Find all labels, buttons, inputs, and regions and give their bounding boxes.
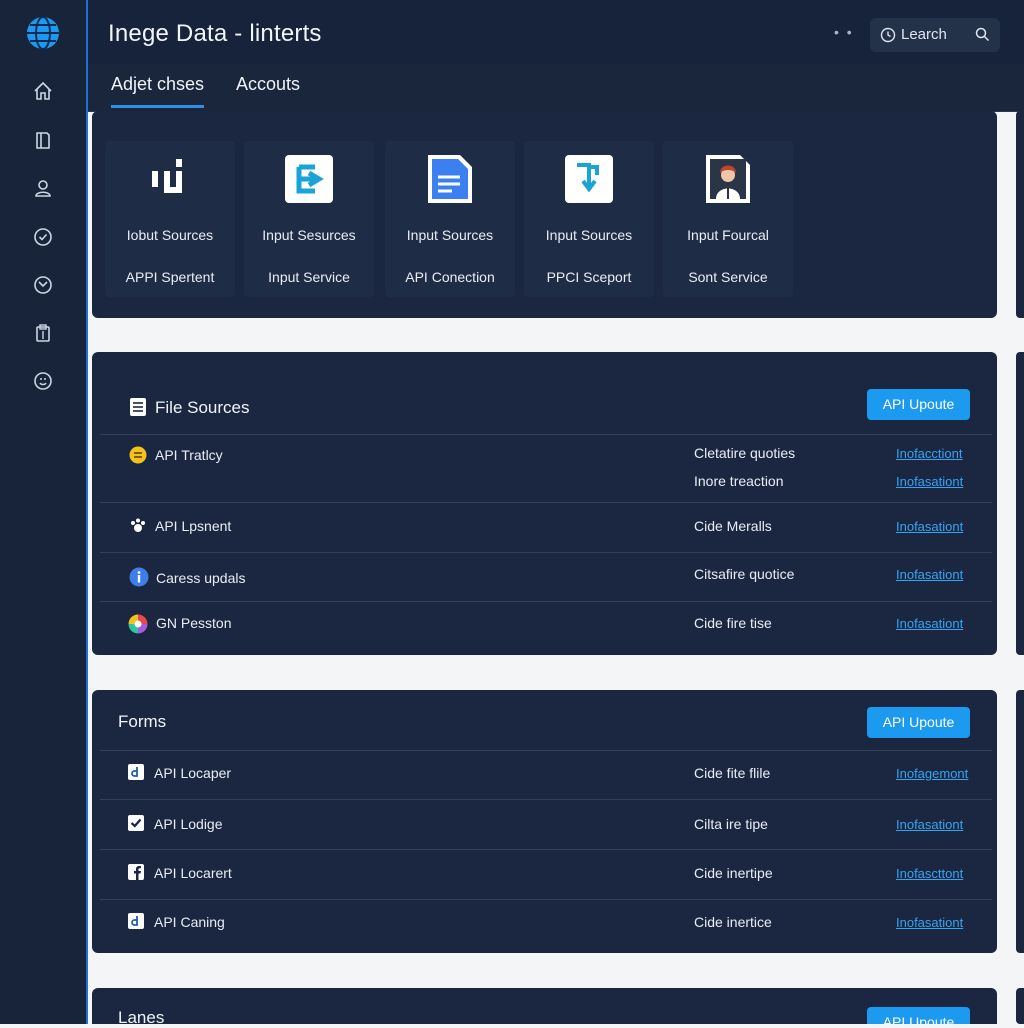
- source-card[interactable]: Input Sources API Conection: [385, 141, 515, 297]
- user-icon[interactable]: [32, 177, 54, 199]
- source-card-title: Input Sources: [406, 227, 494, 243]
- divider: [100, 750, 992, 751]
- row-desc: Citsafire quotice: [694, 566, 795, 582]
- file-sources-panel: File Sources API Upoute API Tratlcy Clet…: [92, 352, 997, 655]
- compass-icon[interactable]: [32, 274, 54, 296]
- arrow-square-icon: [285, 155, 333, 203]
- source-card-title: Input Sesurces: [262, 227, 356, 243]
- divider: [100, 434, 992, 435]
- row-link[interactable]: Inofasationt: [896, 616, 963, 631]
- paw-icon: [131, 518, 145, 532]
- api-upoute-button[interactable]: API Upoute: [867, 389, 970, 420]
- sources-panel: Iobut Sources APPI Spertent Input Sesurc…: [92, 111, 997, 318]
- row-name: API Locarert: [154, 865, 232, 881]
- clipboard-icon[interactable]: [32, 322, 54, 344]
- row-name: GN Pesston: [156, 615, 232, 631]
- checkbox-icon: [128, 815, 144, 831]
- divider: [100, 849, 992, 850]
- tab-bar: Adjet chses Accouts: [88, 64, 1024, 112]
- person-doc-icon: [706, 155, 750, 203]
- lanes-panel: Lanes API Upoute: [92, 988, 997, 1027]
- source-card-subtitle: PPCI Sceport: [546, 269, 632, 285]
- source-card-subtitle: API Conection: [405, 269, 495, 285]
- divider: [100, 552, 992, 553]
- d-square-icon: [128, 764, 144, 780]
- row-desc: Cide fire tise: [694, 615, 772, 631]
- row-link[interactable]: Inofacctiont: [896, 446, 963, 461]
- row-desc: Cletatire quoties: [694, 445, 796, 461]
- divider: [100, 502, 992, 503]
- source-card[interactable]: Input Sesurces Input Service: [244, 141, 374, 297]
- row-name: Caress updals: [156, 570, 246, 586]
- source-card[interactable]: Iobut Sources APPI Spertent: [105, 141, 235, 297]
- more-dots-icon[interactable]: • •: [834, 24, 854, 40]
- emoji-icon[interactable]: [32, 370, 54, 392]
- divider: [100, 899, 992, 900]
- document-icon: [428, 155, 472, 203]
- clock-icon: [880, 27, 896, 43]
- top-bar: Inege Data - linterts • • Learch: [88, 0, 1024, 64]
- sidebar: [0, 0, 88, 1024]
- row-name: API Lpsnent: [155, 518, 232, 534]
- list-doc-icon: [130, 398, 146, 416]
- row-link[interactable]: Inofascttont: [896, 866, 963, 881]
- search-box[interactable]: Learch: [870, 18, 1000, 52]
- row-link[interactable]: Inofasationt: [896, 519, 963, 534]
- forms-panel: Forms API Upoute API Locaper Cide fite f…: [92, 690, 997, 953]
- right-edge-panel: [1016, 690, 1024, 953]
- row-link[interactable]: Inofasationt: [896, 474, 963, 489]
- api-upoute-button[interactable]: API Upoute: [867, 707, 970, 738]
- info-icon: [129, 567, 149, 587]
- right-edge-panel: [1016, 352, 1024, 655]
- row-name: API Lodige: [154, 816, 223, 832]
- row-desc: Cilta ire tipe: [694, 816, 768, 832]
- forms-title: Forms: [118, 712, 167, 731]
- check-circle-icon[interactable]: [32, 226, 54, 248]
- source-card-subtitle: APPI Spertent: [125, 269, 215, 285]
- book-icon[interactable]: [32, 129, 54, 151]
- colorwheel-icon: [128, 614, 148, 634]
- source-card-title: Input Fourcal: [687, 227, 769, 243]
- row-desc: Cide inertice: [694, 914, 772, 930]
- divider: [100, 601, 992, 602]
- row-link[interactable]: Inofagemont: [896, 766, 968, 781]
- download-doc-icon: [565, 155, 613, 203]
- row-desc: Inore treaction: [694, 473, 784, 489]
- lanes-title: Lanes: [118, 1008, 165, 1027]
- search-label: Learch: [901, 26, 947, 43]
- row-name: API Tratlcy: [155, 447, 223, 463]
- right-edge-panel: [1016, 111, 1024, 318]
- d-square-icon: [128, 913, 144, 929]
- row-link[interactable]: Inofasationt: [896, 567, 963, 582]
- row-name: API Caning: [154, 914, 225, 930]
- row-desc: Cide inertipe: [694, 865, 773, 881]
- home-icon[interactable]: [32, 80, 54, 102]
- row-desc: Cide Meralls: [694, 518, 772, 534]
- source-card[interactable]: Input Fourcal Sont Service: [663, 141, 793, 297]
- globe-icon[interactable]: [26, 16, 60, 50]
- row-desc: Cide fite flile: [694, 765, 771, 781]
- source-card[interactable]: Input Sources PPCI Sceport: [524, 141, 654, 297]
- tab-adjet-chses[interactable]: Adjet chses: [111, 74, 205, 108]
- row-link[interactable]: Inofasationt: [896, 915, 963, 930]
- file-sources-title: File Sources: [155, 398, 250, 417]
- source-card-title: Input Sources: [545, 227, 633, 243]
- row-link[interactable]: Inofasationt: [896, 817, 963, 832]
- app-title: Inege Data - linterts: [108, 20, 322, 47]
- brackets-icon: [152, 159, 182, 193]
- smiley-icon: [129, 446, 147, 464]
- source-card-title: Iobut Sources: [126, 227, 214, 243]
- source-card-subtitle: Sont Service: [688, 269, 768, 285]
- facebook-icon: [128, 864, 144, 880]
- divider: [100, 799, 992, 800]
- source-card-subtitle: Input Service: [268, 269, 350, 285]
- right-edge-panel: [1016, 988, 1024, 1024]
- tab-accouts[interactable]: Accouts: [236, 74, 300, 105]
- api-upoute-button[interactable]: API Upoute: [867, 1007, 970, 1024]
- row-name: API Locaper: [154, 765, 232, 781]
- search-icon[interactable]: [975, 27, 990, 42]
